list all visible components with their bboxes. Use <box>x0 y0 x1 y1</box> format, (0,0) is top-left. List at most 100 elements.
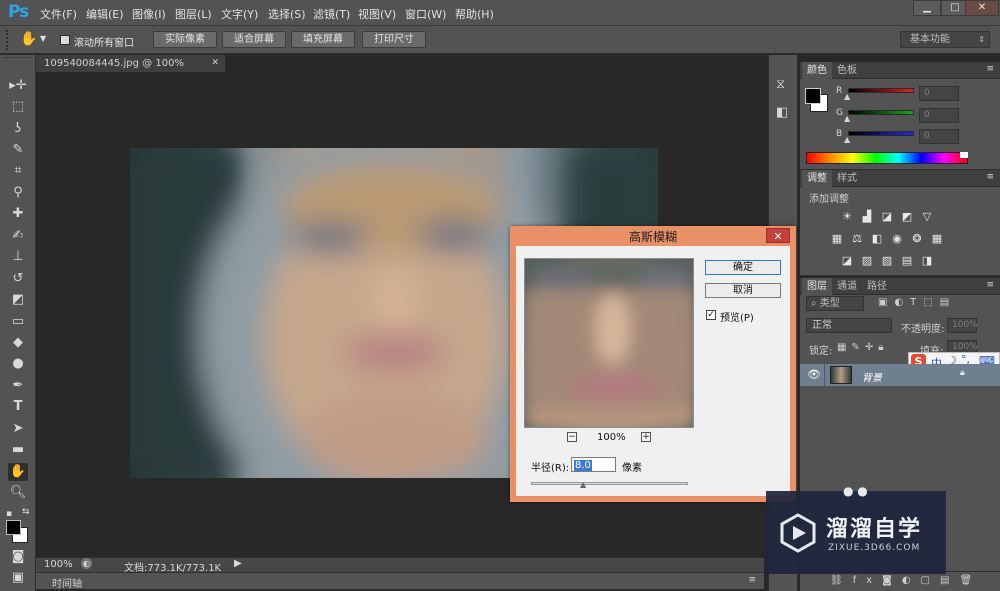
grip-handle[interactable] <box>6 30 10 50</box>
history-brush-icon[interactable]: ↺ <box>8 270 28 288</box>
red-value-field[interactable]: 0 <box>919 86 959 101</box>
channel-mixer-icon[interactable]: ❂ <box>910 233 924 245</box>
menu-view[interactable]: 视图(V) <box>358 6 396 22</box>
foreground-color-swatch[interactable] <box>6 520 21 535</box>
selective-color-icon[interactable]: ◨ <box>920 255 934 267</box>
red-slider-handle-icon[interactable]: ▲ <box>844 92 850 101</box>
zoom-tool-icon[interactable]: 🔍︎ <box>8 484 28 502</box>
foreground-color-chip[interactable] <box>805 88 821 104</box>
vibrance-triangle-icon[interactable]: ▽ <box>920 211 934 223</box>
menu-edit[interactable]: 编辑(E) <box>86 6 124 22</box>
photo-filter-icon[interactable]: ◉ <box>890 233 904 245</box>
crop-tool-icon[interactable]: ⌗ <box>8 162 28 180</box>
menu-select[interactable]: 选择(S) <box>268 6 306 22</box>
cancel-button[interactable]: 取消 <box>705 283 781 298</box>
exposure-icon[interactable]: ◩ <box>900 211 914 223</box>
move-tool-icon[interactable]: ▸✛ <box>8 77 28 95</box>
menu-layer[interactable]: 图层(L) <box>175 6 212 22</box>
radius-slider-handle-icon[interactable]: ▲ <box>580 480 586 489</box>
dialog-close-button[interactable]: ✕ <box>766 228 790 243</box>
panel-menu-icon[interactable]: ≡ <box>986 64 994 74</box>
lasso-tool-icon[interactable]: ʖ <box>8 120 28 138</box>
color-lookup-icon[interactable]: ▦ <box>930 233 944 245</box>
preview-checkbox[interactable]: ✓ <box>706 310 716 320</box>
layer-name[interactable]: 背景 <box>862 369 882 384</box>
threshold-icon[interactable]: ▧ <box>880 255 894 267</box>
eyedropper-tool-icon[interactable]: ⚲ <box>8 184 28 202</box>
hand-tool-preset-icon[interactable]: ✋ <box>20 31 37 47</box>
history-panel-icon[interactable]: ⧖ <box>776 77 785 92</box>
menu-window[interactable]: 窗口(W) <box>405 6 446 22</box>
layers-footer-icons[interactable]: ⛓fx◙◐▢▤🗑︎ <box>800 571 1000 591</box>
fill-screen-button[interactable]: 填充屏幕 <box>291 31 355 48</box>
eraser-tool-icon[interactable]: ◩ <box>8 291 28 309</box>
minimize-button[interactable]: ▁ <box>913 0 941 16</box>
quick-mask-icon[interactable]: ◙ <box>8 548 28 566</box>
gradient-tool-icon[interactable]: ▭ <box>8 313 28 331</box>
toolbar-grip[interactable] <box>4 57 32 63</box>
menu-filter[interactable]: 滤镜(T) <box>313 6 350 22</box>
quick-select-tool-icon[interactable]: ✎ <box>8 141 28 159</box>
hand-tool-icon[interactable]: ✋ <box>8 463 28 481</box>
tab-color[interactable]: 颜色 <box>802 62 832 79</box>
timeline-bar[interactable]: 时间轴 ≡ <box>36 572 764 590</box>
print-size-button[interactable]: 打印尺寸 <box>362 31 426 48</box>
red-slider[interactable] <box>848 88 914 93</box>
panel-menu-icon[interactable]: ≡ <box>748 575 756 585</box>
chevron-down-icon[interactable]: ▼ <box>40 34 46 43</box>
default-colors-icon[interactable]: ▪ <box>6 509 12 519</box>
swap-colors-icon[interactable]: ⇆ <box>22 507 30 517</box>
stamp-tool-icon[interactable]: ⊥ <box>8 248 28 266</box>
blur-preview[interactable] <box>524 258 694 428</box>
menu-help[interactable]: 帮助(H) <box>455 6 494 22</box>
tab-channels[interactable]: 通道 <box>832 278 862 295</box>
opacity-field[interactable]: 100% <box>947 318 978 333</box>
workspace-select[interactable]: 基本功能 ⇕ <box>900 31 990 48</box>
panel-menu-icon[interactable]: ≡ <box>986 280 994 290</box>
blue-slider[interactable] <box>848 131 914 136</box>
menu-type[interactable]: 文字(Y) <box>221 6 258 22</box>
lock-icons[interactable]: ▦✎✛🔒︎ <box>837 342 889 353</box>
zoom-level[interactable]: 100% <box>44 559 73 570</box>
close-tab-icon[interactable]: ✕ <box>211 55 219 72</box>
color-spectrum-bar[interactable] <box>806 152 968 164</box>
panel-menu-icon[interactable]: ≡ <box>986 172 994 182</box>
dodge-tool-icon[interactable]: ● <box>8 355 28 373</box>
invert-icon[interactable]: ◪ <box>840 255 854 267</box>
eye-visibility-icon[interactable]: 👁︎ <box>807 368 821 381</box>
info-icon[interactable]: ◐ <box>81 558 92 569</box>
green-slider[interactable] <box>848 110 914 115</box>
healing-tool-icon[interactable]: ✚ <box>8 205 28 223</box>
fit-screen-button[interactable]: 适合屏幕 <box>222 31 286 48</box>
brush-tool-icon[interactable]: ✍ <box>8 227 28 245</box>
pen-tool-icon[interactable]: ✒ <box>8 377 28 395</box>
tab-swatches[interactable]: 色板 <box>832 62 862 79</box>
green-slider-handle-icon[interactable]: ▲ <box>844 114 850 123</box>
layer-filter-icons[interactable]: ▣◐T⬚▤ <box>878 297 956 308</box>
status-menu-arrow-icon[interactable]: ▶ <box>234 558 242 569</box>
green-value-field[interactable]: 0 <box>919 108 959 123</box>
brightness-icon[interactable]: ☀ <box>840 211 854 223</box>
curves-icon[interactable]: ◪ <box>880 211 894 223</box>
properties-panel-icon[interactable]: ◧ <box>776 105 788 120</box>
layer-thumbnail[interactable] <box>830 366 852 384</box>
path-select-tool-icon[interactable]: ➤ <box>8 420 28 438</box>
close-window-button[interactable]: ✕ <box>965 0 999 16</box>
black-white-icon[interactable]: ◧ <box>870 233 884 245</box>
blue-value-field[interactable]: 0 <box>919 129 959 144</box>
radius-slider[interactable] <box>531 482 688 485</box>
tab-paths[interactable]: 路径 <box>862 278 892 295</box>
radius-input[interactable]: 8.0 <box>571 457 616 472</box>
gradient-map-icon[interactable]: ▤ <box>900 255 914 267</box>
zoom-out-button[interactable]: − <box>567 432 577 442</box>
blur-tool-icon[interactable]: ◆ <box>8 334 28 352</box>
color-balance-icon[interactable]: ⚖ <box>850 233 864 245</box>
menu-image[interactable]: 图像(I) <box>132 6 166 22</box>
document-tab[interactable]: 109540084445.jpg @ 100%(RGB/8#) ✕ <box>36 55 226 86</box>
zoom-in-button[interactable]: + <box>641 432 651 442</box>
layer-row-background[interactable]: 👁︎ 背景 🔒︎ <box>800 364 1000 386</box>
menu-file[interactable]: 文件(F) <box>40 6 77 22</box>
tab-styles[interactable]: 样式 <box>832 170 862 187</box>
marquee-tool-icon[interactable]: ⬚ <box>8 98 28 116</box>
scroll-all-checkbox[interactable] <box>60 35 70 45</box>
